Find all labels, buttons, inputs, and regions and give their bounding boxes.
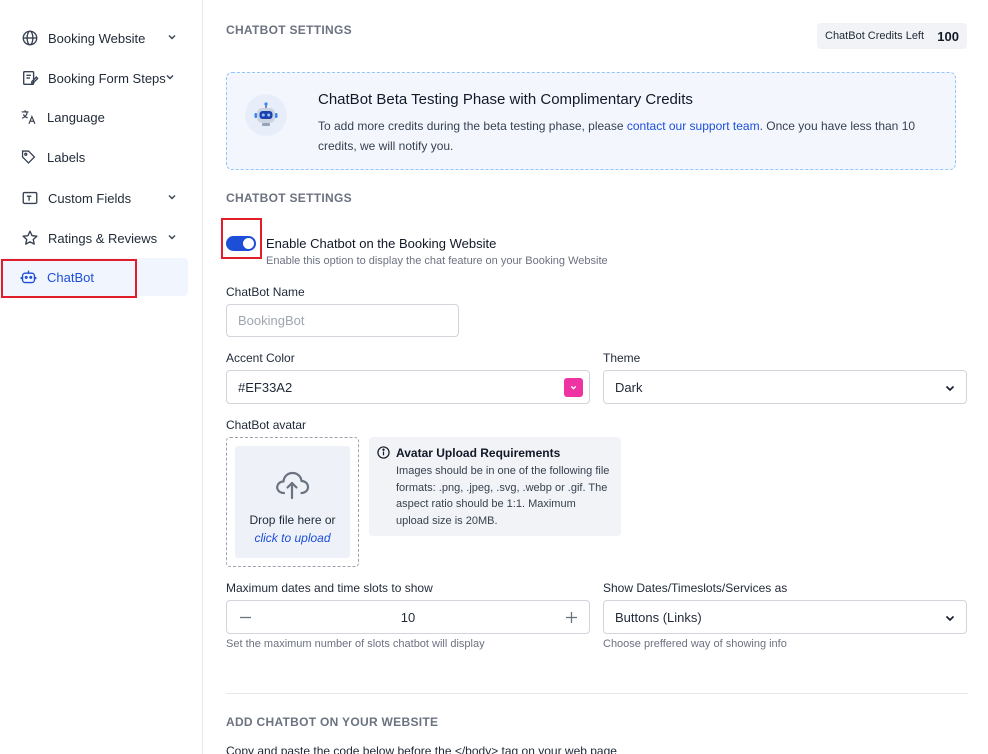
beta-notice: ChatBot Beta Testing Phase with Complime…: [226, 72, 956, 170]
avatar-requirements-title: Avatar Upload Requirements: [396, 446, 561, 460]
sidebar-item-labels[interactable]: Labels: [0, 138, 188, 176]
theme-value: Dark: [615, 379, 643, 395]
sidebar-item-booking-website[interactable]: Booking Website: [0, 19, 188, 57]
translate-icon: [20, 107, 37, 127]
max-slots-help: Set the maximum number of slots chatbot …: [226, 638, 485, 650]
contact-support-link[interactable]: contact our support team: [627, 119, 760, 133]
avatar-label: ChatBot avatar: [226, 418, 307, 432]
embed-instructions: Copy and paste the code below before the…: [226, 744, 617, 754]
chatbot-robot-icon: [245, 94, 287, 136]
info-icon: [377, 446, 390, 459]
show-as-help: Choose preffered way of showing info: [603, 638, 787, 650]
sidebar-item-label: Language: [47, 109, 105, 125]
page-title: CHATBOT SETTINGS: [226, 23, 352, 37]
plus-icon: [565, 611, 577, 623]
theme-label: Theme: [603, 351, 641, 365]
theme-select[interactable]: Dark: [603, 370, 967, 404]
chatbot-name-input[interactable]: BookingBot: [226, 304, 459, 337]
accent-color-label: Accent Color: [226, 351, 295, 365]
enable-chatbot-label: Enable Chatbot on the Booking Website: [266, 236, 497, 251]
chatbot-name-label: ChatBot Name: [226, 285, 305, 299]
beta-notice-title: ChatBot Beta Testing Phase with Complime…: [318, 91, 693, 108]
max-slots-value[interactable]: 10: [401, 610, 415, 625]
credits-label: ChatBot Credits Left: [825, 30, 925, 42]
globe-icon: [20, 28, 40, 48]
star-icon: [20, 228, 40, 248]
chevron-down-icon: [168, 35, 176, 40]
chevron-down-icon: [570, 385, 577, 390]
show-as-value: Buttons (Links): [615, 609, 702, 625]
increment-button[interactable]: [555, 601, 587, 633]
sidebar-item-language[interactable]: Language: [0, 98, 188, 136]
chevron-down-icon: [168, 235, 176, 240]
click-to-upload-link[interactable]: click to upload: [235, 531, 350, 545]
form-edit-icon: [20, 68, 40, 88]
section-divider: [226, 693, 968, 694]
chevron-down-icon: [168, 195, 176, 200]
settings-section-title: CHATBOT SETTINGS: [226, 191, 352, 205]
chevron-down-icon: [166, 75, 174, 80]
avatar-dropzone-inner[interactable]: Drop file here or click to upload: [235, 446, 350, 558]
chevron-down-icon: [945, 615, 955, 622]
credits-badge: ChatBot Credits Left 100: [817, 23, 967, 49]
show-as-label: Show Dates/Timeslots/Services as: [603, 581, 788, 595]
sidebar: Booking Website Booking Form Steps Langu…: [0, 0, 203, 754]
main-content: CHATBOT SETTINGS ChatBot Credits Left 10…: [226, 0, 968, 754]
max-slots-stepper[interactable]: 10: [226, 600, 590, 634]
accent-color-input[interactable]: #EF33A2: [226, 370, 590, 404]
enable-chatbot-toggle[interactable]: [226, 236, 256, 251]
sidebar-item-custom-fields[interactable]: Custom Fields: [0, 179, 188, 217]
tag-icon: [20, 147, 37, 167]
sidebar-item-label: Custom Fields: [48, 190, 132, 206]
robot-icon: [20, 267, 37, 287]
show-as-select[interactable]: Buttons (Links): [603, 600, 967, 634]
beta-text-before: To add more credits during the beta test…: [318, 119, 627, 133]
cloud-upload-icon: [276, 471, 310, 500]
sidebar-item-label: ChatBot: [47, 269, 94, 285]
minus-icon: [239, 616, 251, 618]
beta-notice-text: To add more credits during the beta test…: [318, 116, 948, 156]
sidebar-item-booking-form-steps[interactable]: Booking Form Steps: [0, 59, 188, 97]
decrement-button[interactable]: [229, 601, 261, 633]
credits-value: 100: [937, 28, 959, 44]
sidebar-item-label: Booking Form Steps: [48, 70, 166, 86]
embed-section-title: ADD CHATBOT ON YOUR WEBSITE: [226, 715, 439, 729]
avatar-requirements-text: Images should be in one of the following…: [396, 465, 610, 528]
sidebar-item-label: Booking Website: [48, 30, 146, 46]
sidebar-item-label: Labels: [47, 149, 86, 165]
enable-chatbot-help: Enable this option to display the chat f…: [266, 255, 608, 267]
chevron-down-icon: [945, 385, 955, 392]
color-picker-swatch[interactable]: [564, 378, 583, 397]
avatar-requirements: Avatar Upload Requirements Images should…: [369, 437, 621, 536]
max-slots-label: Maximum dates and time slots to show: [226, 581, 433, 595]
text-field-icon: [20, 188, 40, 208]
drop-file-text: Drop file here or: [249, 513, 336, 527]
sidebar-item-chatbot[interactable]: ChatBot: [0, 258, 188, 296]
sidebar-item-ratings-reviews[interactable]: Ratings & Reviews: [0, 219, 188, 257]
accent-color-value: #EF33A2: [238, 379, 293, 395]
sidebar-item-label: Ratings & Reviews: [48, 230, 158, 246]
avatar-dropzone[interactable]: Drop file here or click to upload: [226, 437, 359, 567]
